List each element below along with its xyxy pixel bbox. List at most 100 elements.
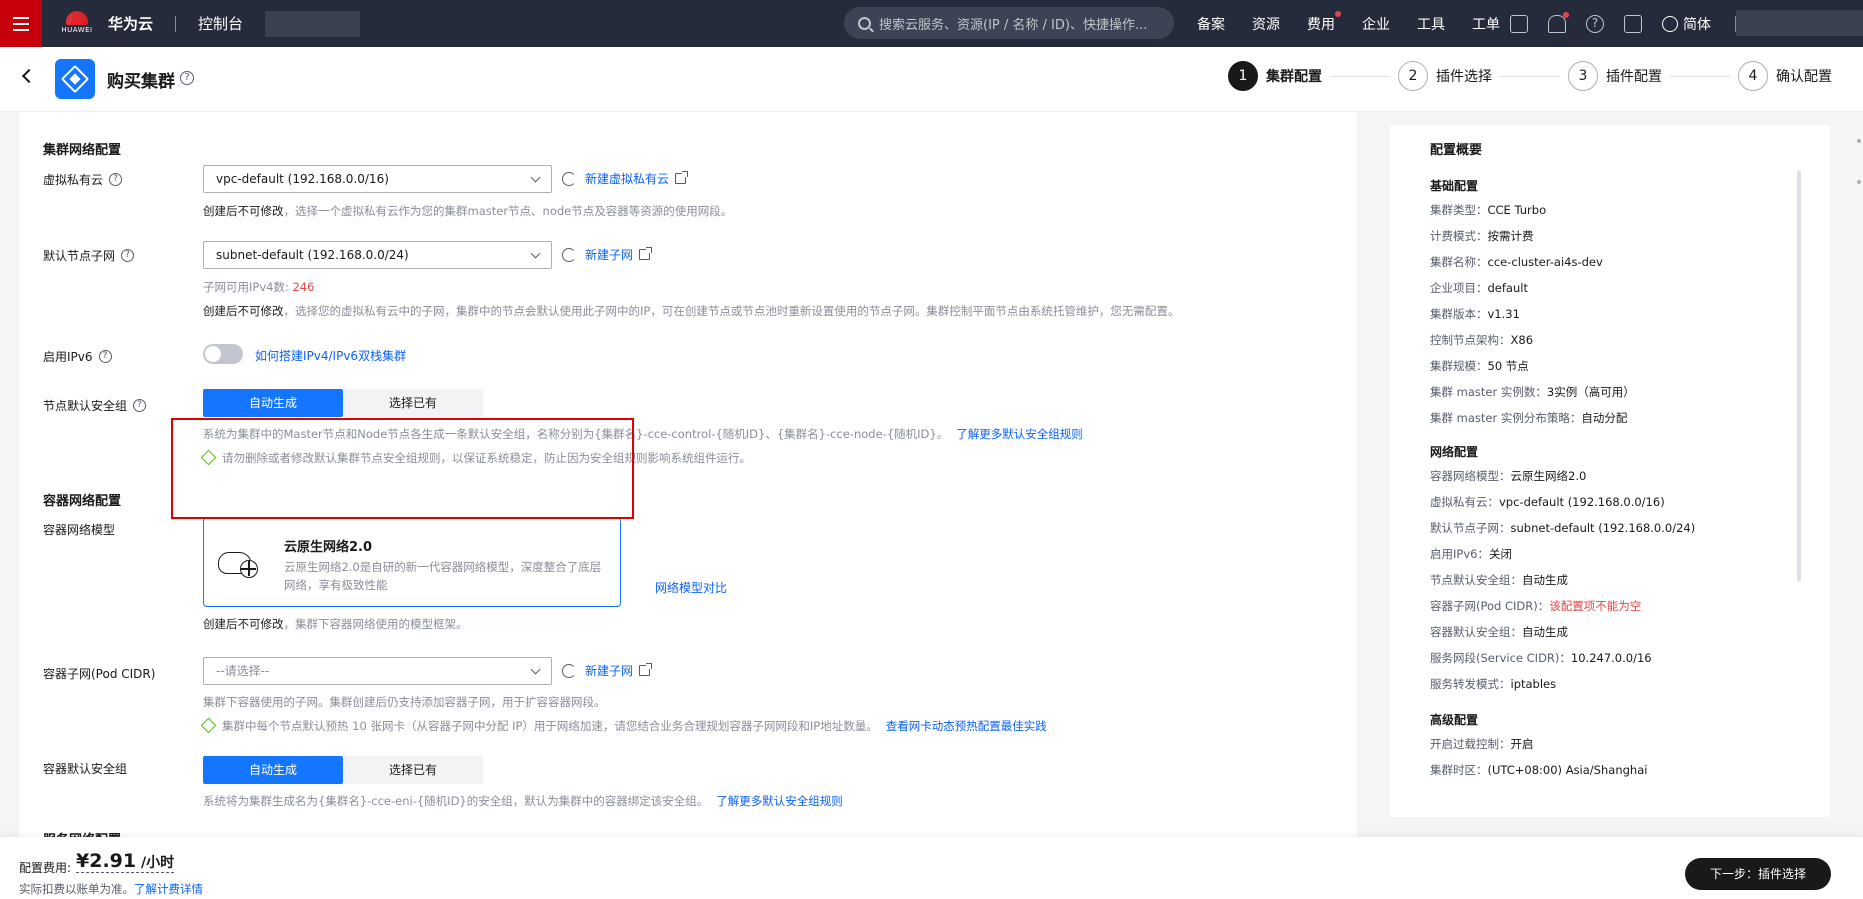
question-mark-icon[interactable]: ? (109, 173, 123, 186)
card-title: 云原生网络2.0 (284, 540, 373, 555)
vpc-hint: 创建后不可修改，选择一个虚拟私有云作为您的集群master节点、node节点及容… (203, 203, 732, 219)
summary-row: 容器子网(Pod CIDR)：该配置项不能为空 (1430, 598, 1641, 614)
logo-subtext: HUAWEI (61, 25, 93, 34)
help-icon[interactable]: ? (1586, 14, 1604, 33)
node-sg-auto-button[interactable]: 自动生成 (203, 389, 343, 417)
summary-row: 开启过载控制：开启 (1430, 736, 1534, 752)
summary-key: 集群 master 实例分布策略： (1430, 411, 1582, 425)
summary-row: 集群 master 实例数：3实例（高可用） (1430, 384, 1635, 400)
summary-value: default (1487, 281, 1528, 295)
network-model-card[interactable]: 云原生网络2.0 云原生网络2.0是自研的新一代容器网络模型，深度整合了底层网络… (203, 517, 621, 607)
container-sg-auto-button[interactable]: 自动生成 (203, 756, 343, 784)
nav-billing[interactable]: 费用 (1307, 10, 1341, 34)
global-search-input[interactable]: 搜索云服务、资源(IP / 名称 / ID)、快捷操作... (844, 7, 1174, 39)
create-vpc-link[interactable]: 新建虚拟私有云 (585, 170, 689, 187)
summary-key: 控制节点架构： (1430, 333, 1511, 347)
region-selector[interactable] (265, 10, 361, 37)
summary-key: 启用IPv6： (1430, 547, 1489, 561)
subnet-select-value: subnet-default (192.168.0.0/24) (216, 248, 409, 262)
ipv6-guide-link[interactable]: 如何搭建IPv4/IPv6双栈集群 (255, 347, 406, 364)
nav-tools[interactable]: 工具 (1417, 14, 1445, 34)
nav-tickets[interactable]: 工单 (1472, 14, 1500, 34)
pod-cidr-warning: 集群中每个节点默认预热 10 张网卡（从容器子网中分配 IP）用于网络加速，请您… (200, 717, 1047, 734)
summary-row: 容器网络模型：云原生网络2.0 (1430, 468, 1586, 484)
summary-key: 集群规模： (1430, 359, 1488, 373)
fee-amount[interactable]: ¥2.91 /小时 (76, 850, 175, 873)
top-nav-links: 备案 资源 费用 企业 工具 工单 (1197, 0, 1527, 47)
nav-enterprise[interactable]: 企业 (1362, 14, 1390, 34)
step-number: 3 (1568, 61, 1598, 91)
question-mark-icon[interactable]: ? (133, 399, 147, 412)
question-mark-icon[interactable]: ? (180, 71, 194, 85)
fee-unit: /小时 (136, 855, 175, 871)
network-model-compare-link[interactable]: 网络模型对比 (655, 579, 727, 596)
eni-prewarm-best-practice-link[interactable]: 查看网卡动态预热配置最佳实践 (886, 719, 1047, 733)
section-title-service-network: 服务网络配置 (43, 829, 121, 837)
vpc-select[interactable]: vpc-default (192.168.0.0/16) (203, 165, 552, 193)
nav-beian[interactable]: 备案 (1197, 14, 1225, 34)
edge-indicator (1857, 139, 1861, 143)
refresh-icon[interactable] (562, 248, 576, 262)
summary-value: 3实例（高可用） (1546, 385, 1635, 399)
next-step-button[interactable]: 下一步：插件选择 (1685, 858, 1831, 890)
summary-row: 节点默认安全组：自动生成 (1430, 572, 1568, 588)
summary-key: 集群 master 实例数： (1430, 385, 1547, 399)
subnet-label-text: 默认节点子网 (43, 249, 116, 263)
step-label: 插件配置 (1606, 69, 1662, 85)
container-sg-rules-link[interactable]: 了解更多默认安全组规则 (716, 794, 843, 808)
terminal-icon[interactable] (1510, 14, 1528, 33)
question-mark-icon[interactable]: ? (98, 350, 112, 363)
step-addon-config: 3 插件配置 (1568, 61, 1662, 91)
back-arrow-icon[interactable] (21, 68, 37, 84)
summary-key: 企业项目： (1430, 281, 1488, 295)
hamburger-menu-icon[interactable] (0, 0, 42, 47)
subnet-select[interactable]: subnet-default (192.168.0.0/24) (203, 241, 552, 269)
language-switch[interactable]: 简体 (1662, 14, 1711, 34)
chevron-down-icon (530, 172, 541, 183)
fee-label: 配置费用: (19, 861, 72, 875)
refresh-icon[interactable] (562, 664, 576, 678)
node-sg-rules-link[interactable]: 了解更多默认安全组规则 (956, 427, 1083, 441)
node-sg-existing-button[interactable]: 选择已有 (343, 389, 483, 417)
summary-value: 50 节点 (1487, 359, 1529, 373)
notification-bell-icon[interactable] (1548, 11, 1569, 33)
summary-key: 虚拟私有云： (1430, 495, 1499, 509)
step-number: 1 (1228, 61, 1258, 91)
vpc-hint-bold: 创建后不可修改 (203, 204, 284, 218)
vpc-hint-text: ，选择一个虚拟私有云作为您的集群master节点、node节点及容器等资源的使用… (283, 204, 733, 218)
summary-basic-title: 基础配置 (1430, 179, 1479, 193)
huawei-logo[interactable]: HUAWEI (61, 10, 93, 37)
summary-row: 默认节点子网：subnet-default (192.168.0.0/24) (1430, 520, 1695, 536)
external-link-icon (675, 171, 689, 184)
brand-name[interactable]: 华为云 (108, 13, 153, 34)
nav-resources[interactable]: 资源 (1252, 14, 1280, 34)
ipv6-toggle[interactable] (203, 344, 243, 364)
pod-cidr-select[interactable]: --请选择-- (203, 657, 552, 685)
container-sg-hint-text: 系统将为集群生成名为{集群名}-cce-eni-{随机ID}的安全组，默认为集群… (203, 794, 709, 808)
summary-key: 节点默认安全组： (1430, 573, 1522, 587)
subnet-ip-count: 子网可用IPv4数: 246 (203, 279, 314, 295)
summary-key: 集群版本： (1430, 307, 1488, 321)
console-link[interactable]: 控制台 (198, 13, 243, 34)
question-mark-icon[interactable]: ? (121, 249, 135, 262)
user-account-menu[interactable] (1736, 10, 1863, 36)
container-sg-existing-button[interactable]: 选择已有 (343, 756, 483, 784)
summary-row: 容器默认安全组：自动生成 (1430, 624, 1568, 640)
summary-value: 自动分配 (1581, 411, 1628, 425)
pod-cidr-placeholder: --请选择-- (216, 664, 270, 678)
step-number: 2 (1398, 61, 1428, 91)
subnet-hint-text: ，选择您的虚拟私有云中的子网，集群中的节点会默认使用此子网中的IP，可在创建节点… (283, 304, 1180, 318)
refresh-icon[interactable] (562, 172, 576, 186)
pod-create-subnet-link[interactable]: 新建子网 (585, 662, 653, 679)
billing-details-link[interactable]: 了解计费详情 (134, 882, 203, 896)
summary-row: 集群 master 实例分布策略：自动分配 (1430, 410, 1627, 426)
container-sg-segmented: 自动生成 选择已有 (203, 756, 483, 784)
feedback-icon[interactable] (1624, 14, 1642, 33)
create-subnet-link[interactable]: 新建子网 (585, 246, 653, 263)
cloud-globe-icon (218, 548, 260, 578)
node-sg-label: 节点默认安全组? (43, 397, 147, 414)
summary-value-error: 该配置项不能为空 (1549, 599, 1642, 613)
summary-scrollbar[interactable] (1797, 170, 1801, 582)
language-label: 简体 (1683, 16, 1711, 33)
summary-key: 集群时区： (1430, 763, 1488, 777)
